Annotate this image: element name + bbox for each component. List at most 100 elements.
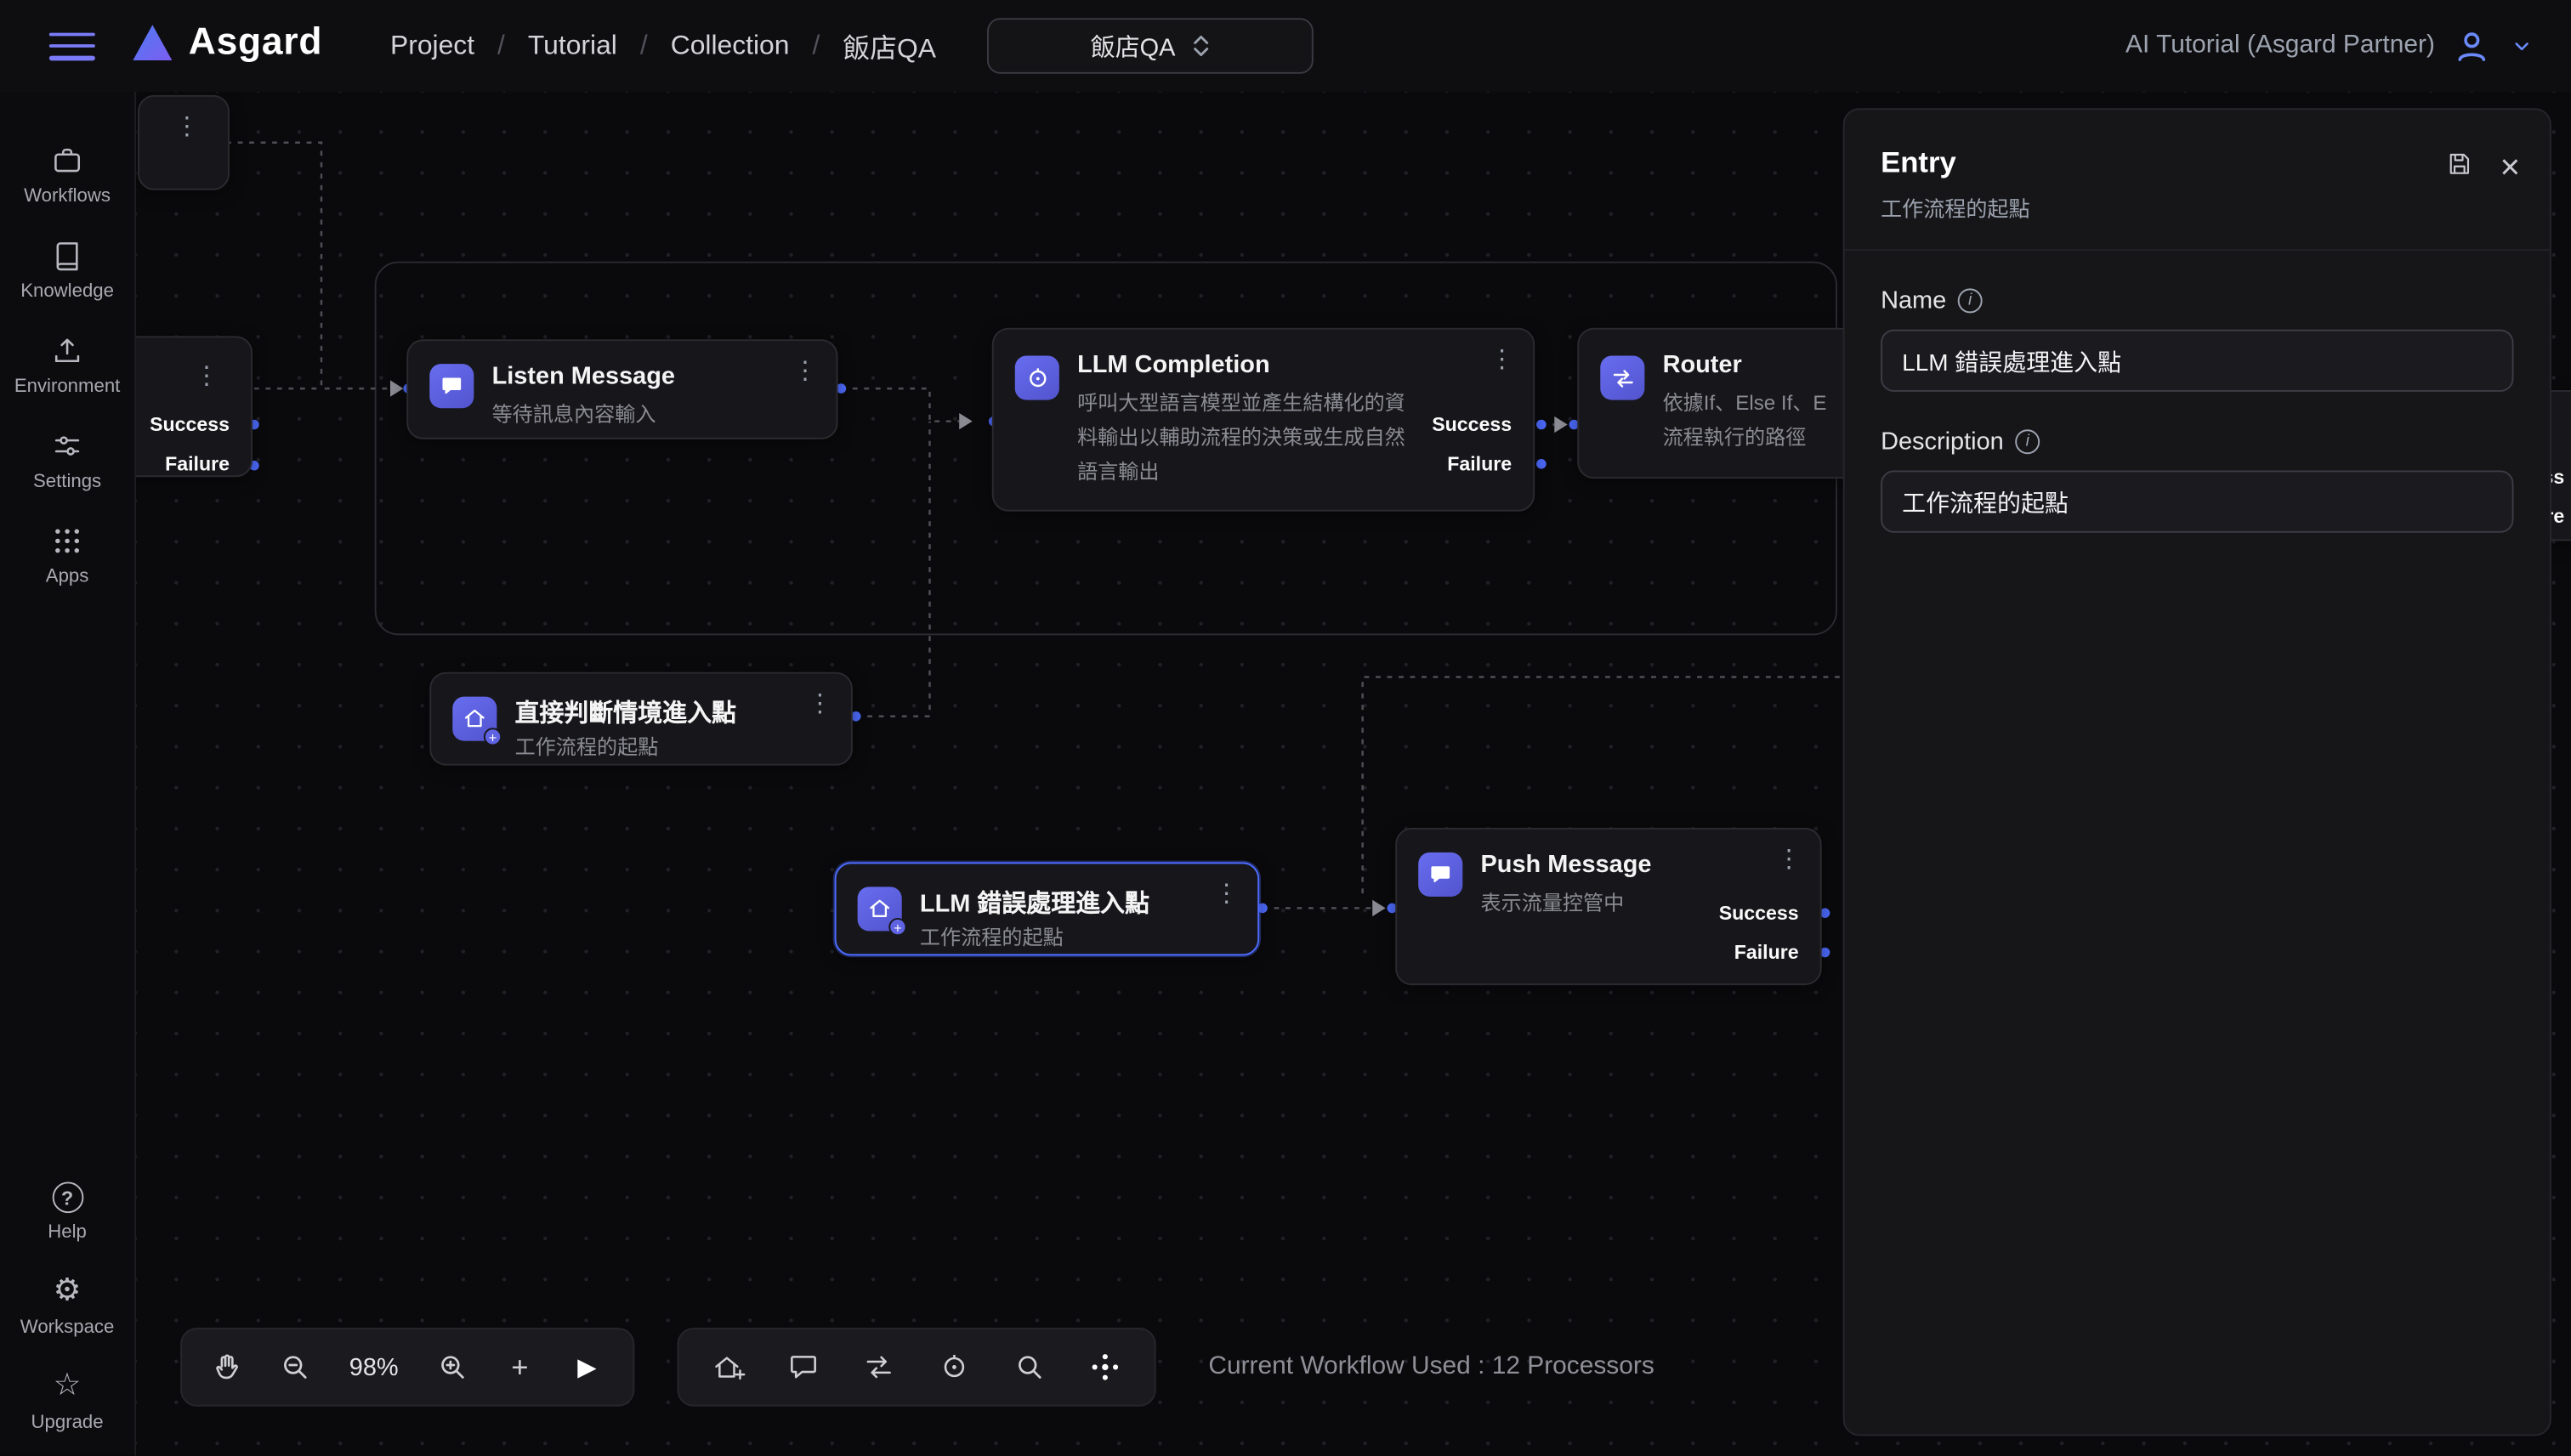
user-avatar-icon <box>2451 25 2492 66</box>
add-entry-node-icon[interactable] <box>708 1347 747 1386</box>
sidebar-item-upgrade[interactable]: ☆ Upgrade <box>31 1370 104 1432</box>
sidebar-item-workspace[interactable]: ⚙ Workspace <box>20 1275 115 1337</box>
kebab-menu-icon[interactable]: ⋮ <box>1774 844 1804 874</box>
name-field-label: Name i <box>1881 286 2513 314</box>
left-sidebar: Workflows Knowledge Environment Settings… <box>0 92 136 1456</box>
port-failure-label: Failure <box>165 452 230 475</box>
fit-view-icon[interactable] <box>1086 1347 1125 1386</box>
description-input[interactable] <box>1881 470 2513 532</box>
sidebar-item-knowledge[interactable]: Knowledge <box>20 240 114 302</box>
entry-home-plus-icon: + <box>452 697 497 741</box>
pan-hand-icon[interactable] <box>208 1347 247 1386</box>
node-subtitle: 工作流程的起點 <box>515 731 659 766</box>
chevron-down-icon[interactable] <box>2509 33 2535 59</box>
close-icon[interactable]: × <box>2500 153 2521 183</box>
kebab-menu-icon[interactable]: ⋮ <box>791 355 820 385</box>
sidebar-item-label: Settings <box>33 472 101 491</box>
zoom-in-icon[interactable] <box>433 1347 472 1386</box>
breadcrumb-tutorial[interactable]: Tutorial <box>528 31 617 62</box>
canvas-zoom-toolbar: 98% + ▶ <box>180 1328 634 1407</box>
add-button[interactable]: + <box>500 1347 539 1386</box>
sidebar-item-help[interactable]: ? Help <box>48 1181 87 1242</box>
node-title: 直接判斷情境進入點 <box>515 695 736 730</box>
kebab-menu-icon[interactable]: ⋮ <box>1487 344 1517 374</box>
zoom-level[interactable]: 98% <box>343 1353 405 1381</box>
sidebar-item-settings[interactable]: Settings <box>33 429 101 491</box>
node-title: LLM 錯誤處理進入點 <box>920 885 1149 919</box>
account-menu[interactable]: AI Tutorial (Asgard Partner) <box>2125 0 2535 92</box>
node-title: LLM Completion <box>1077 351 1270 379</box>
sidebar-item-label: Apps <box>46 567 89 586</box>
sidebar-item-apps[interactable]: Apps <box>46 524 89 586</box>
plus-badge-icon: + <box>888 918 906 936</box>
info-icon: i <box>1958 288 1983 313</box>
info-icon: i <box>2015 429 2040 454</box>
workflow-editor: ⋮ ⋮ Success Failure Listen Message ⋮ 等待訊… <box>0 0 2571 1456</box>
help-icon: ? <box>52 1181 83 1213</box>
node-subtitle: 等待訊息內容輸入 <box>492 399 656 433</box>
node-collapsed[interactable]: ⋮ <box>138 95 230 190</box>
port-success-label: Success <box>1719 902 1799 925</box>
breadcrumb-separator: / <box>497 31 505 62</box>
llm-icon <box>1015 355 1059 399</box>
workflow-selector-dropdown[interactable]: 飯店QA <box>987 18 1314 74</box>
node-listen-message[interactable]: Listen Message ⋮ 等待訊息內容輸入 <box>406 339 837 439</box>
chat-icon <box>429 364 474 408</box>
sidebar-item-workflows[interactable]: Workflows <box>24 144 111 207</box>
name-label-text: Name <box>1881 286 1946 314</box>
node-subtitle: 工作流程的起點 <box>920 921 1064 956</box>
sidebar-item-label: Knowledge <box>20 282 114 302</box>
workflow-selector-value: 飯店QA <box>1091 29 1176 63</box>
node-title: Push Message <box>1480 851 1651 879</box>
node-subtitle-line2: 流程執行的路徑 <box>1663 422 1827 456</box>
search-icon[interactable] <box>1010 1347 1049 1386</box>
node-entry-llm-error[interactable]: + LLM 錯誤處理進入點 ⋮ 工作流程的起點 <box>835 862 1259 955</box>
workspace-gear-icon: ⚙ <box>54 1275 82 1308</box>
breadcrumb-project[interactable]: Project <box>390 31 474 62</box>
name-input[interactable] <box>1881 330 2513 392</box>
sidebar-item-label: Help <box>48 1223 87 1243</box>
apps-icon <box>51 524 84 558</box>
entry-properties-panel: Entry 工作流程的起點 × Name i Description i <box>1843 108 2551 1436</box>
sidebar-item-environment[interactable]: Environment <box>14 334 121 396</box>
menu-hamburger-icon[interactable] <box>49 25 95 67</box>
breadcrumb-separator: / <box>812 31 820 62</box>
chat-icon <box>1418 853 1462 897</box>
node-push-message[interactable]: Push Message ⋮ 表示流量控管中 Success Failure <box>1395 828 1821 985</box>
add-router-node-icon[interactable] <box>860 1347 899 1386</box>
account-label: AI Tutorial (Asgard Partner) <box>2125 31 2435 61</box>
panel-header: Entry 工作流程的起點 × <box>1845 110 2550 251</box>
plus-badge-icon: + <box>484 728 502 745</box>
sort-chevrons-icon <box>1192 33 1210 59</box>
port-success-label: Success <box>150 413 230 436</box>
node-subtitle: 表示流量控管中 <box>1480 887 1624 921</box>
settings-icon <box>51 429 84 462</box>
node-palette-toolbar <box>677 1328 1155 1407</box>
node-title: Listen Message <box>492 362 675 390</box>
description-label-text: Description <box>1881 428 2004 456</box>
breadcrumb-collection[interactable]: Collection <box>671 31 790 62</box>
app-logo[interactable]: Asgard <box>131 20 322 64</box>
play-button[interactable]: ▶ <box>567 1347 606 1386</box>
port-failure-label: Failure <box>1734 941 1799 964</box>
kebab-menu-icon[interactable]: ⋮ <box>172 111 201 141</box>
sidebar-item-label: Environment <box>14 377 121 397</box>
logo-text: Asgard <box>189 20 322 64</box>
kebab-menu-icon[interactable]: ⋮ <box>1212 879 1241 909</box>
sidebar-item-label: Workspace <box>20 1318 115 1338</box>
node-llm-completion[interactable]: LLM Completion ⋮ 呼叫大型語言模型並產生結構化的資料輸出以輔助流… <box>992 328 1535 512</box>
add-message-node-icon[interactable] <box>784 1347 823 1386</box>
breadcrumb-current[interactable]: 飯店QA <box>843 26 936 65</box>
kebab-menu-icon[interactable]: ⋮ <box>805 688 835 718</box>
kebab-menu-icon[interactable]: ⋮ <box>192 360 222 390</box>
entry-home-plus-icon: + <box>858 887 902 931</box>
node-subtitle-line1: 依據If、Else If、E <box>1663 387 1827 421</box>
panel-subtitle: 工作流程的起點 <box>1881 192 2513 224</box>
node-entry-direct[interactable]: + 直接判斷情境進入點 ⋮ 工作流程的起點 <box>429 672 853 766</box>
zoom-out-icon[interactable] <box>275 1347 315 1386</box>
add-llm-node-icon[interactable] <box>934 1347 973 1386</box>
save-icon[interactable] <box>2444 149 2474 186</box>
router-icon <box>1600 355 1644 399</box>
workflow-usage-status: Current Workflow Used : 12 Processors <box>1208 1328 1654 1407</box>
breadcrumb-separator: / <box>640 31 648 62</box>
